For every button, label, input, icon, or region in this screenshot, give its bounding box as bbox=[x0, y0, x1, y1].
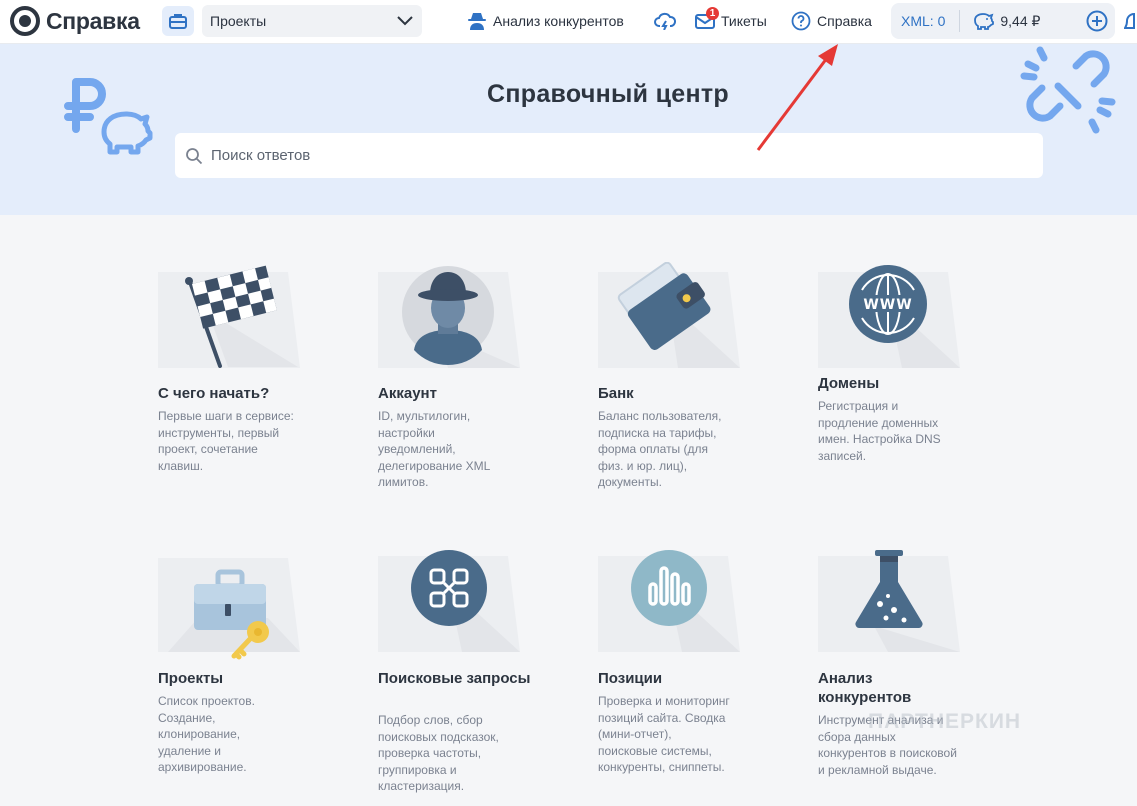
category-description: Подбор слов, сбор поисковых подсказок, п… bbox=[378, 713, 499, 793]
svg-text:WWW: WWW bbox=[863, 297, 912, 313]
nav-competitors-label: Анализ конкурентов bbox=[493, 13, 624, 29]
page-title: Справочный центр bbox=[487, 80, 729, 108]
xml-limits[interactable]: XML: 0 bbox=[891, 10, 961, 32]
logo-text: Справка bbox=[46, 7, 140, 34]
top-bar: Справка Проекты Анализ конкурентов 1 Тик… bbox=[0, 0, 1137, 44]
category-description: Баланс пользователя, подписка на тарифы,… bbox=[598, 409, 722, 489]
hero-section: Справочный центр bbox=[0, 44, 1137, 215]
bell-icon[interactable] bbox=[1124, 10, 1137, 32]
nav-tickets-label: Тикеты bbox=[721, 13, 767, 29]
category-title[interactable]: Аккаунт bbox=[378, 384, 548, 403]
account-stats: XML: 0 9,44 ₽ bbox=[891, 3, 1115, 39]
category-title[interactable]: Позиции bbox=[598, 669, 768, 688]
checkered-flag-icon bbox=[158, 265, 300, 368]
category-title[interactable]: Анализ конкурентов bbox=[818, 669, 928, 707]
balance[interactable]: 9,44 ₽ bbox=[960, 12, 1040, 30]
wallet-icon bbox=[598, 262, 740, 368]
category-description: Первые шаги в сервисе: инструменты, перв… bbox=[158, 409, 294, 473]
search-input[interactable] bbox=[211, 147, 1011, 164]
tickets-badge: 1 bbox=[706, 7, 719, 20]
nav-competitors[interactable]: Анализ конкурентов bbox=[467, 11, 624, 31]
logo-icon bbox=[10, 6, 40, 36]
search-box[interactable] bbox=[175, 133, 1043, 178]
ticket-icon-wrap: 1 bbox=[695, 7, 719, 29]
user-spy-icon bbox=[378, 266, 520, 368]
search-icon bbox=[186, 147, 203, 164]
spy-icon bbox=[468, 13, 486, 30]
balance-value: 9,44 ₽ bbox=[1000, 12, 1041, 29]
category-title[interactable]: С чего начать? bbox=[158, 384, 328, 403]
nav-help-label: Справка bbox=[817, 13, 872, 29]
cloud-sync-button[interactable] bbox=[654, 11, 676, 31]
logo[interactable]: Справка bbox=[10, 6, 140, 36]
category-description: Регистрация и продление доменных имен. Н… bbox=[818, 399, 941, 463]
category-description: Список проектов. Создание, клонирование,… bbox=[158, 694, 255, 774]
clusters-icon bbox=[378, 550, 520, 652]
briefcase-key-icon bbox=[158, 558, 300, 660]
question-circle-icon bbox=[791, 11, 811, 31]
category-title[interactable]: Домены bbox=[818, 374, 988, 393]
category-description: Инструмент анализа и сбора данных конкур… bbox=[818, 713, 957, 777]
bar-chart-icon bbox=[598, 550, 740, 652]
add-funds-icon[interactable] bbox=[1086, 10, 1108, 32]
nav-help[interactable]: Справка bbox=[791, 11, 872, 31]
www-globe-icon: WWW bbox=[818, 265, 960, 368]
chevron-down-icon bbox=[397, 16, 413, 26]
category-title[interactable]: Банк bbox=[598, 384, 768, 403]
flask-icon bbox=[818, 550, 960, 652]
project-select-value: Проекты bbox=[210, 13, 267, 29]
briefcase-button[interactable] bbox=[162, 6, 194, 36]
category-title[interactable]: Поисковые запросы bbox=[378, 669, 548, 688]
project-select[interactable]: Проекты bbox=[202, 5, 422, 37]
category-title[interactable]: Проекты bbox=[158, 669, 328, 688]
category-description: ID, мультилогин, настройки уведомлений, … bbox=[378, 409, 490, 489]
category-description: Проверка и мониторинг позиций сайта. Сво… bbox=[598, 694, 730, 774]
briefcase-icon bbox=[169, 14, 187, 29]
cloud-lightning-icon bbox=[654, 12, 676, 30]
nav-tickets[interactable]: 1 Тикеты bbox=[695, 7, 767, 31]
piggy-bank-icon bbox=[974, 13, 995, 30]
